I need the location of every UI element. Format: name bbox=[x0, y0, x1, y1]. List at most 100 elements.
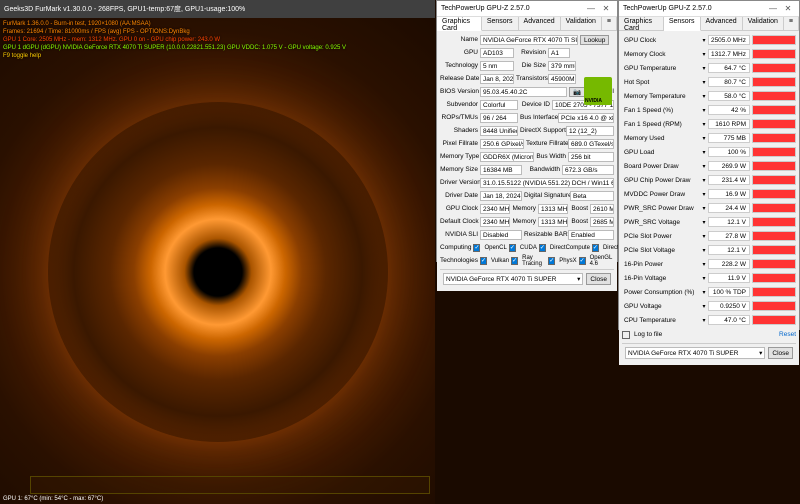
chk-opengl[interactable] bbox=[579, 257, 586, 265]
sensor-graph bbox=[752, 77, 796, 87]
reset-link[interactable]: Reset bbox=[779, 331, 796, 338]
sensor-dropdown[interactable]: ▾ bbox=[700, 93, 708, 100]
sensor-value: 11.9 V bbox=[708, 273, 750, 283]
sensor-dropdown[interactable]: ▾ bbox=[700, 79, 708, 86]
sensor-dropdown[interactable]: ▾ bbox=[700, 135, 708, 142]
sensor-graph bbox=[752, 189, 796, 199]
sensor-dropdown[interactable]: ▾ bbox=[700, 37, 708, 44]
tab-validation[interactable]: Validation bbox=[561, 17, 602, 30]
sensor-graph bbox=[752, 259, 796, 269]
sensor-label: GPU Clock bbox=[622, 37, 700, 44]
titlebar[interactable]: TechPowerUp GPU-Z 2.57.0 — ✕ bbox=[619, 1, 799, 17]
sensor-dropdown[interactable]: ▾ bbox=[700, 303, 708, 310]
sensor-dropdown[interactable]: ▾ bbox=[700, 51, 708, 58]
tab-graphics-card[interactable]: Graphics Card bbox=[437, 17, 482, 31]
chk-physx[interactable] bbox=[548, 257, 555, 265]
sensor-graph bbox=[752, 273, 796, 283]
bios-save-button[interactable]: 📷 bbox=[569, 87, 585, 97]
sensor-dropdown[interactable]: ▾ bbox=[700, 317, 708, 324]
minimize-button[interactable]: — bbox=[766, 3, 780, 15]
furmark-render bbox=[48, 102, 388, 442]
sensor-label: Hot Spot bbox=[622, 79, 700, 86]
log-checkbox[interactable] bbox=[622, 331, 630, 339]
sensor-dropdown[interactable]: ▾ bbox=[700, 233, 708, 240]
sensor-graph bbox=[752, 287, 796, 297]
lbl: Boost bbox=[570, 205, 588, 212]
gpu-name: NVIDIA GeForce RTX 4070 Ti SUPER bbox=[480, 35, 578, 45]
chevron-down-icon: ▾ bbox=[759, 349, 762, 357]
lbl: Texture Fillrate bbox=[526, 140, 566, 147]
furmark-titlebar[interactable]: Geeks3D FurMark v1.30.0.0 - 268FPS, GPU1… bbox=[0, 0, 435, 18]
chk-cuda[interactable] bbox=[509, 244, 516, 252]
chk-vulkan[interactable] bbox=[480, 257, 487, 265]
lbl: Subvendor bbox=[440, 101, 478, 108]
chk-directcompute[interactable] bbox=[539, 244, 546, 252]
close-button[interactable]: Close bbox=[768, 347, 793, 359]
bios: 95.03.45.40.2C bbox=[480, 87, 567, 97]
stat-line: F9 toggle help bbox=[3, 52, 346, 60]
sensor-row: PCIe Slot Power▾27.8 W bbox=[622, 230, 796, 242]
window-title: TechPowerUp GPU-Z 2.57.0 bbox=[623, 5, 765, 12]
die: 379 mm² bbox=[548, 61, 576, 71]
sensor-dropdown[interactable]: ▾ bbox=[700, 163, 708, 170]
lbl: Memory bbox=[512, 218, 536, 225]
sensor-dropdown[interactable]: ▾ bbox=[700, 205, 708, 212]
sensor-label: Memory Used bbox=[622, 135, 700, 142]
sensor-dropdown[interactable]: ▾ bbox=[700, 219, 708, 226]
sensor-value: 269.9 W bbox=[708, 161, 750, 171]
sensor-dropdown[interactable]: ▾ bbox=[700, 177, 708, 184]
tab-sensors[interactable]: Sensors bbox=[664, 17, 701, 31]
sensor-dropdown[interactable]: ▾ bbox=[700, 275, 708, 282]
sensor-row: GPU Voltage▾0.9250 V bbox=[622, 300, 796, 312]
menu-button[interactable]: ≡ bbox=[602, 17, 617, 30]
lbl: Name bbox=[440, 36, 478, 43]
minimize-button[interactable]: — bbox=[584, 3, 598, 15]
sensor-label: Memory Clock bbox=[622, 51, 700, 58]
lbl: Transistors bbox=[516, 75, 546, 82]
sensor-graph bbox=[752, 175, 796, 185]
close-button[interactable]: Close bbox=[586, 273, 611, 285]
gpu-rev: A1 bbox=[548, 48, 570, 58]
chk-directml[interactable] bbox=[592, 244, 599, 252]
sensor-row: GPU Temperature▾64.7 °C bbox=[622, 62, 796, 74]
sensor-row: Memory Clock▾1312.7 MHz bbox=[622, 48, 796, 60]
def-mem: 1313 MHz bbox=[538, 217, 568, 227]
stat-line: Frames: 21694 / Time: 81000ms / FPS (avg… bbox=[3, 28, 346, 36]
sensor-dropdown[interactable]: ▾ bbox=[700, 247, 708, 254]
sensor-dropdown[interactable]: ▾ bbox=[700, 289, 708, 296]
menu-button[interactable]: ≡ bbox=[784, 17, 799, 30]
sensor-row: PWR_SRC Power Draw▾24.4 W bbox=[622, 202, 796, 214]
sensor-row: PCIe Slot Voltage▾12.1 V bbox=[622, 244, 796, 256]
chk-raytracing[interactable] bbox=[511, 257, 518, 265]
sensor-graph bbox=[752, 231, 796, 241]
tab-validation[interactable]: Validation bbox=[743, 17, 784, 30]
sensor-row: Fan 1 Speed (RPM)▾1610 RPM bbox=[622, 118, 796, 130]
sensor-dropdown[interactable]: ▾ bbox=[700, 261, 708, 268]
gpu-select[interactable]: NVIDIA GeForce RTX 4070 Ti SUPER▾ bbox=[443, 273, 583, 285]
lbl: Driver Version bbox=[440, 179, 478, 186]
sensor-value: 100 % TDP bbox=[708, 287, 750, 297]
sensor-dropdown[interactable]: ▾ bbox=[700, 149, 708, 156]
close-button[interactable]: ✕ bbox=[599, 3, 613, 15]
gpu-select[interactable]: NVIDIA GeForce RTX 4070 Ti SUPER▾ bbox=[625, 347, 765, 359]
sensor-value: 1312.7 MHz bbox=[708, 49, 750, 59]
sensor-label: Memory Temperature bbox=[622, 93, 700, 100]
tab-advanced[interactable]: Advanced bbox=[701, 17, 743, 30]
close-button[interactable]: ✕ bbox=[781, 3, 795, 15]
sensor-graph bbox=[752, 49, 796, 59]
sensor-dropdown[interactable]: ▾ bbox=[700, 191, 708, 198]
sensor-dropdown[interactable]: ▾ bbox=[700, 107, 708, 114]
titlebar[interactable]: TechPowerUp GPU-Z 2.57.0 — ✕ bbox=[437, 1, 617, 17]
furmark-temp-readout: GPU 1: 67°C (min: 54°C - max: 67°C) bbox=[3, 496, 103, 502]
sensor-value: 42 % bbox=[708, 105, 750, 115]
lbl: Resizable BAR bbox=[524, 231, 566, 238]
chk-opencl[interactable] bbox=[473, 244, 480, 252]
sensor-dropdown[interactable]: ▾ bbox=[700, 65, 708, 72]
sensor-row: Board Power Draw▾269.9 W bbox=[622, 160, 796, 172]
tab-advanced[interactable]: Advanced bbox=[519, 17, 561, 30]
tab-graphics-card[interactable]: Graphics Card bbox=[619, 17, 664, 30]
lookup-button[interactable]: Lookup bbox=[580, 35, 609, 45]
tech: 5 nm bbox=[480, 61, 514, 71]
sensor-dropdown[interactable]: ▾ bbox=[700, 121, 708, 128]
tab-sensors[interactable]: Sensors bbox=[482, 17, 519, 30]
